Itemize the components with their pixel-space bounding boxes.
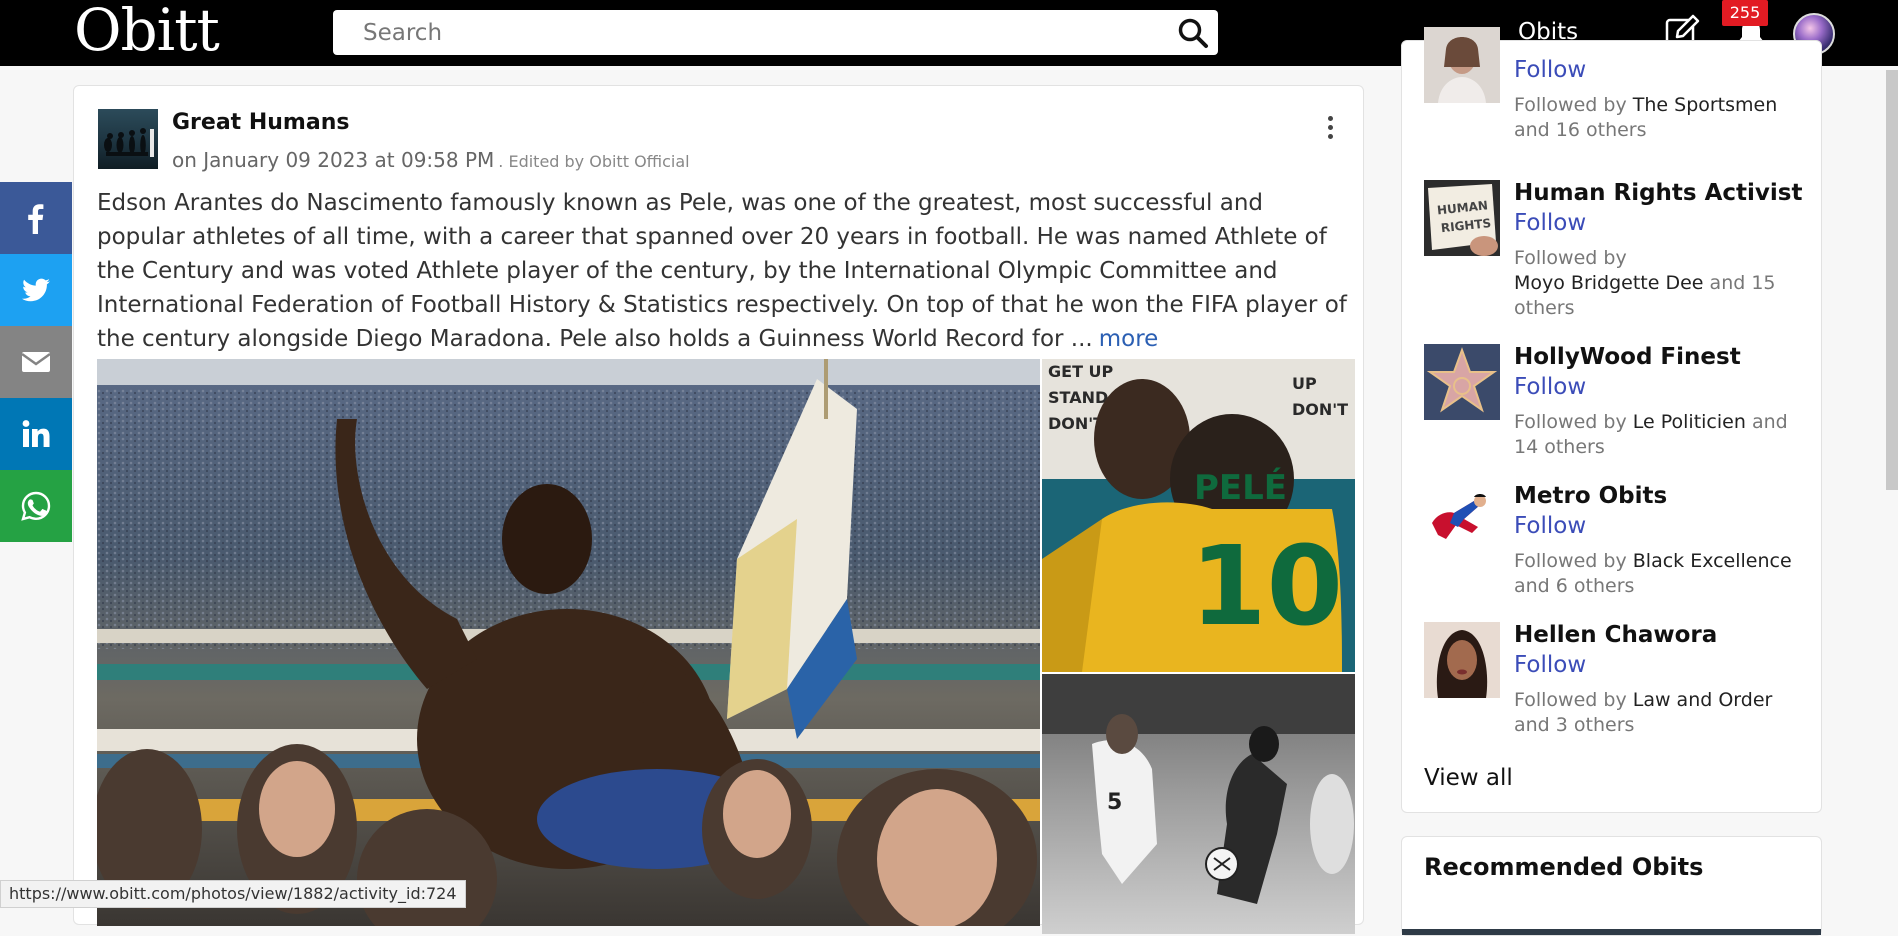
jersey-number-text: 10 [1190,522,1343,650]
woman-thinking-photo [1424,27,1500,103]
followed-by-label: Followed by [1514,247,1627,269]
facebook-icon [28,204,44,234]
followed-by-label: Followed by [1514,689,1627,711]
follow-button[interactable]: Follow [1514,652,1586,678]
followed-by-label: Followed by [1514,411,1627,433]
followed-by-user[interactable]: Le Politicien [1633,411,1746,433]
follow-button[interactable]: Follow [1514,57,1586,83]
svg-text:DON'T: DON'T [1292,400,1348,419]
suggestion-avatar[interactable] [1424,344,1500,420]
superman-flying-icon [1424,483,1500,559]
whatsapp-icon [21,491,51,521]
pele-mural-photo: GET UPSTAND UPDON'T GIVE UP UPDON'T PELÉ… [1042,359,1355,672]
view-all-link[interactable]: View all [1424,765,1513,791]
followed-by-user[interactable]: The Sportsmen [1633,94,1778,116]
facebook-share-button[interactable] [0,182,72,254]
follow-button[interactable]: Follow [1514,513,1586,539]
post-author-name[interactable]: Great Humans [172,110,349,135]
post-date: on January 09 2023 at 09:58 PM [172,148,495,172]
jersey-name-text: PELÉ [1194,467,1287,508]
post-author-avatar[interactable] [98,109,158,169]
search-icon[interactable] [1176,16,1210,50]
svg-text:UP: UP [1292,374,1317,393]
email-share-button[interactable] [0,326,72,398]
followed-by-user[interactable]: Law and Order [1633,689,1773,711]
suggestion-name[interactable]: Metro Obits [1514,483,1667,509]
suggestion-avatar[interactable] [1424,483,1500,559]
followed-by-user[interactable]: Black Excellence [1633,550,1792,572]
stadium-celebration-photo [97,359,1040,926]
suggestion-name[interactable]: Human Rights Activist [1514,180,1803,206]
linkedin-share-button[interactable] [0,398,72,470]
post-photo-main[interactable] [97,359,1040,926]
followed-by-text: Followed by Law and Order and 3 others [1514,688,1814,738]
link-status-url: https://www.obitt.com/photos/view/1882/a… [0,880,466,908]
post-body: Edson Arantes do Nascimento famously kno… [97,186,1347,356]
suggestion-name[interactable]: Hellen Chawora [1514,622,1717,648]
post-edited-by: . Edited by Obitt Official [498,152,690,171]
suggestions-card: Follow Followed by The Sportsmen and 16 … [1401,27,1822,813]
human-rights-sign-photo: HUMAN RIGHTS [1424,180,1500,256]
followed-by-others: and 16 others [1514,119,1647,141]
search-input[interactable] [333,10,1163,55]
suggestion-avatar[interactable]: HUMAN RIGHTS [1424,180,1500,256]
svg-text:5: 5 [1107,790,1122,815]
suggestion-avatar[interactable] [1424,27,1500,103]
walk-of-fame-star-icon [1424,344,1500,420]
followed-by-text: Followed by Moyo Bridgette Dee and 15 ot… [1514,246,1814,321]
post-meta: on January 09 2023 at 09:58 PM. Edited b… [172,148,690,172]
linkedin-icon [22,420,50,447]
followed-by-text: Followed by Le Politicien and 14 others [1514,410,1814,460]
evolution-silhouette-icon [104,128,154,157]
followed-by-text: Followed by The Sportsmen and 16 others [1514,93,1814,143]
twitter-icon [22,278,50,302]
woman-portrait-photo [1424,622,1500,698]
svg-text:GET UP: GET UP [1048,362,1114,381]
email-icon [21,352,51,372]
recommended-obits-title: Recommended Obits [1424,853,1704,881]
follow-button[interactable]: Follow [1514,374,1586,400]
read-more-link[interactable]: more [1099,326,1159,352]
followed-by-others: and 6 others [1514,575,1635,597]
followed-by-text: Followed by Black Excellence and 6 other… [1514,549,1814,599]
obitt-logo[interactable]: Obitt [74,0,220,66]
followed-by-label: Followed by [1514,94,1627,116]
twitter-share-button[interactable] [0,254,72,326]
notification-count-badge: 255 [1722,0,1768,26]
suggestion-avatar[interactable] [1424,622,1500,698]
whatsapp-share-button[interactable] [0,470,72,542]
recommended-obits-image-strip [1402,929,1821,935]
page-scrollbar[interactable] [1886,70,1898,490]
suggestion-name[interactable]: HollyWood Finest [1514,344,1741,370]
follow-button[interactable]: Follow [1514,210,1586,236]
post-photo-match[interactable]: 5 [1042,674,1355,934]
search-box [333,10,1218,55]
post-photo-mural[interactable]: GET UPSTAND UPDON'T GIVE UP UPDON'T PELÉ… [1042,359,1355,672]
followed-by-others: and 3 others [1514,714,1635,736]
followed-by-user[interactable]: Moyo Bridgette Dee [1514,272,1704,294]
more-options-icon[interactable] [1325,116,1335,142]
recommended-obits-card: Recommended Obits [1401,836,1822,936]
post-card: Great Humans on January 09 2023 at 09:58… [73,85,1364,934]
followed-by-label: Followed by [1514,550,1627,572]
post-text: Edson Arantes do Nascimento famously kno… [97,190,1347,352]
football-match-photo: 5 [1042,674,1355,934]
